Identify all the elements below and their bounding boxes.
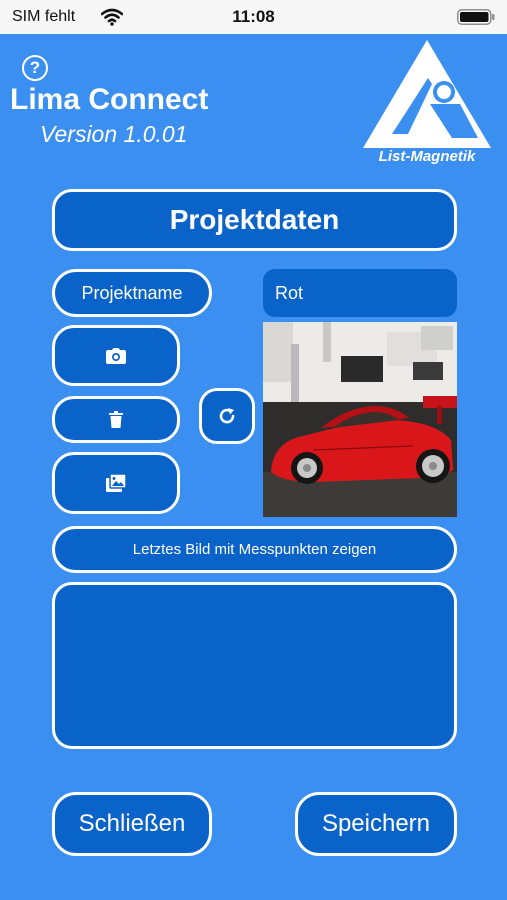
app-version: Version 1.0.01 [40, 121, 188, 147]
project-name-input[interactable] [263, 269, 457, 317]
app-title: Lima Connect [10, 83, 209, 116]
close-button[interactable]: Schließen [52, 792, 212, 856]
status-time: 11:08 [232, 7, 275, 26]
rotate-icon [219, 408, 235, 424]
logo-text: List-Magnetik [378, 148, 476, 165]
battery-icon [457, 9, 495, 25]
status-bar: SIM fehlt 11:08 [0, 0, 507, 34]
choose-from-gallery-button[interactable] [52, 452, 180, 514]
camera-icon [106, 347, 126, 364]
project-name-label: Projektname [52, 269, 212, 317]
trash-icon [109, 411, 123, 428]
save-button[interactable]: Speichern [295, 792, 457, 856]
photo-gallery-icon [106, 474, 126, 492]
show-last-image-button[interactable]: Letztes Bild mit Messpunkten zeigen [52, 526, 457, 573]
delete-photo-button[interactable] [52, 396, 180, 443]
notes-textarea[interactable] [52, 582, 457, 749]
section-title: Projektdaten [52, 189, 457, 251]
help-icon[interactable]: ? [22, 55, 48, 81]
take-photo-button[interactable] [52, 325, 180, 386]
project-photo [263, 322, 457, 517]
rotate-image-button[interactable] [199, 388, 255, 444]
